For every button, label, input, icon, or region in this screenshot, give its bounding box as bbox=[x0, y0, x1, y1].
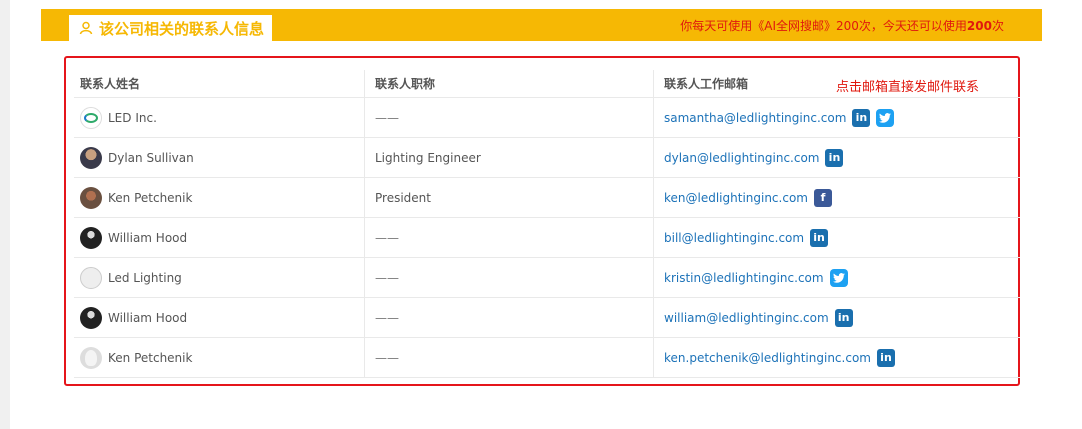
contact-name: Ken Petchenik bbox=[108, 190, 193, 205]
contact-name-wrap: Led Lighting bbox=[80, 266, 364, 289]
contact-title: —— bbox=[364, 297, 654, 338]
column-header-email-label: 联系人工作邮箱 bbox=[664, 77, 749, 91]
contacts-table: 联系人姓名 联系人职称 联系人工作邮箱 点击邮箱直接发邮件联系 LED Inc.… bbox=[74, 70, 1020, 378]
quota-count: 200 bbox=[966, 19, 992, 33]
email-wrap: bill@ledlightinginc.com in bbox=[664, 228, 1020, 247]
linkedin-icon[interactable]: in bbox=[834, 308, 853, 327]
contact-name: William Hood bbox=[108, 230, 188, 245]
contact-name-cell: LED Inc. bbox=[74, 97, 365, 138]
avatar bbox=[80, 106, 102, 129]
contact-name: William Hood bbox=[108, 310, 188, 325]
email-wrap: samantha@ledlightinginc.com in bbox=[664, 108, 1020, 127]
contact-name: Led Lighting bbox=[108, 270, 182, 285]
email-wrap: william@ledlightinginc.com in bbox=[664, 308, 1020, 327]
table-row: Led Lighting —— kristin@ledlightinginc.com bbox=[74, 257, 1020, 298]
column-header-name: 联系人姓名 bbox=[74, 70, 365, 98]
user-icon bbox=[79, 21, 93, 35]
contact-email-link[interactable]: kristin@ledlightinginc.com bbox=[664, 271, 824, 285]
avatar bbox=[80, 226, 102, 249]
contact-title: —— bbox=[364, 257, 654, 298]
contact-title: Lighting Engineer bbox=[364, 137, 654, 178]
quota-prefix: 你每天可使用《AI全网搜邮》200次，今天还可以使用 bbox=[680, 19, 967, 33]
contact-email-cell: dylan@ledlightinginc.com in bbox=[653, 137, 1020, 178]
facebook-icon[interactable]: f bbox=[813, 188, 832, 207]
left-border bbox=[0, 0, 10, 429]
contact-name: Ken Petchenik bbox=[108, 350, 193, 365]
contact-name-cell: William Hood bbox=[74, 297, 365, 338]
header-bar: 该公司相关的联系人信息 你每天可使用《AI全网搜邮》200次，今天还可以使用20… bbox=[41, 9, 1042, 41]
contact-name: LED Inc. bbox=[108, 110, 157, 125]
contact-name-cell: Ken Petchenik bbox=[74, 337, 365, 378]
contact-email-link[interactable]: ken@ledlightinginc.com bbox=[664, 191, 808, 205]
contact-title: —— bbox=[364, 337, 654, 378]
quota-notice: 你每天可使用《AI全网搜邮》200次，今天还可以使用200次 bbox=[680, 17, 1004, 34]
table-row: William Hood —— william@ledlightinginc.com… bbox=[74, 297, 1020, 338]
contact-name: Dylan Sullivan bbox=[108, 150, 194, 165]
table-row: Ken Petchenik President ken@ledlightinginc… bbox=[74, 177, 1020, 218]
twitter-icon[interactable] bbox=[876, 108, 895, 127]
table-row: LED Inc. —— samantha@ledlightinginc.com in bbox=[74, 97, 1020, 138]
contacts-body: LED Inc. —— samantha@ledlightinginc.com in D… bbox=[74, 97, 1020, 378]
contact-email-cell: bill@ledlightinginc.com in bbox=[653, 217, 1020, 258]
contact-name-wrap: William Hood bbox=[80, 306, 364, 329]
contact-title: President bbox=[364, 177, 654, 218]
contacts-panel: 联系人姓名 联系人职称 联系人工作邮箱 点击邮箱直接发邮件联系 LED Inc.… bbox=[64, 56, 1020, 386]
table-row: Dylan Sullivan Lighting Engineer dylan@led… bbox=[74, 137, 1020, 178]
contact-name-wrap: Ken Petchenik bbox=[80, 186, 364, 209]
contact-title: —— bbox=[364, 97, 654, 138]
contact-email-cell: william@ledlightinginc.com in bbox=[653, 297, 1020, 338]
avatar bbox=[80, 186, 102, 209]
contact-name-wrap: LED Inc. bbox=[80, 106, 364, 129]
email-wrap: kristin@ledlightinginc.com bbox=[664, 268, 1020, 287]
table-header-row: 联系人姓名 联系人职称 联系人工作邮箱 点击邮箱直接发邮件联系 bbox=[74, 70, 1020, 98]
avatar bbox=[80, 306, 102, 329]
column-header-email: 联系人工作邮箱 点击邮箱直接发邮件联系 bbox=[653, 70, 1020, 98]
contact-email-cell: ken.petchenik@ledlightinginc.com in bbox=[653, 337, 1020, 378]
contact-email-link[interactable]: samantha@ledlightinginc.com bbox=[664, 111, 846, 125]
email-hint: 点击邮箱直接发邮件联系 bbox=[836, 80, 980, 95]
twitter-icon[interactable] bbox=[829, 268, 848, 287]
contact-title: —— bbox=[364, 217, 654, 258]
header-tab: 该公司相关的联系人信息 bbox=[69, 15, 273, 41]
avatar bbox=[80, 146, 102, 169]
contact-name-wrap: Ken Petchenik bbox=[80, 346, 364, 369]
column-header-title: 联系人职称 bbox=[364, 70, 654, 98]
linkedin-icon[interactable]: in bbox=[852, 108, 871, 127]
table-row: Ken Petchenik —— ken.petchenik@ledlighting… bbox=[74, 337, 1020, 378]
contact-email-cell: kristin@ledlightinginc.com bbox=[653, 257, 1020, 298]
email-wrap: dylan@ledlightinginc.com in bbox=[664, 148, 1020, 167]
contact-name-cell: Dylan Sullivan bbox=[74, 137, 365, 178]
contact-name-wrap: Dylan Sullivan bbox=[80, 146, 364, 169]
contact-email-link[interactable]: ken.petchenik@ledlightinginc.com bbox=[664, 351, 871, 365]
contact-name-cell: Led Lighting bbox=[74, 257, 365, 298]
contact-name-wrap: William Hood bbox=[80, 226, 364, 249]
section-title: 该公司相关的联系人信息 bbox=[99, 19, 265, 38]
linkedin-icon[interactable]: in bbox=[825, 148, 844, 167]
quota-suffix: 次 bbox=[991, 19, 1004, 33]
contact-email-link[interactable]: bill@ledlightinginc.com bbox=[664, 231, 804, 245]
contact-email-link[interactable]: dylan@ledlightinginc.com bbox=[664, 151, 819, 165]
linkedin-icon[interactable]: in bbox=[876, 348, 895, 367]
contact-email-link[interactable]: william@ledlightinginc.com bbox=[664, 311, 829, 325]
contact-email-cell: ken@ledlightinginc.com f bbox=[653, 177, 1020, 218]
avatar bbox=[80, 346, 102, 369]
contact-name-cell: Ken Petchenik bbox=[74, 177, 365, 218]
contact-name-cell: William Hood bbox=[74, 217, 365, 258]
email-wrap: ken@ledlightinginc.com f bbox=[664, 188, 1020, 207]
table-row: William Hood —— bill@ledlightinginc.com in bbox=[74, 217, 1020, 258]
avatar bbox=[80, 266, 102, 289]
email-wrap: ken.petchenik@ledlightinginc.com in bbox=[664, 348, 1020, 367]
contact-email-cell: samantha@ledlightinginc.com in bbox=[653, 97, 1020, 138]
page: 该公司相关的联系人信息 你每天可使用《AI全网搜邮》200次，今天还可以使用20… bbox=[0, 0, 1082, 429]
linkedin-icon[interactable]: in bbox=[810, 228, 829, 247]
